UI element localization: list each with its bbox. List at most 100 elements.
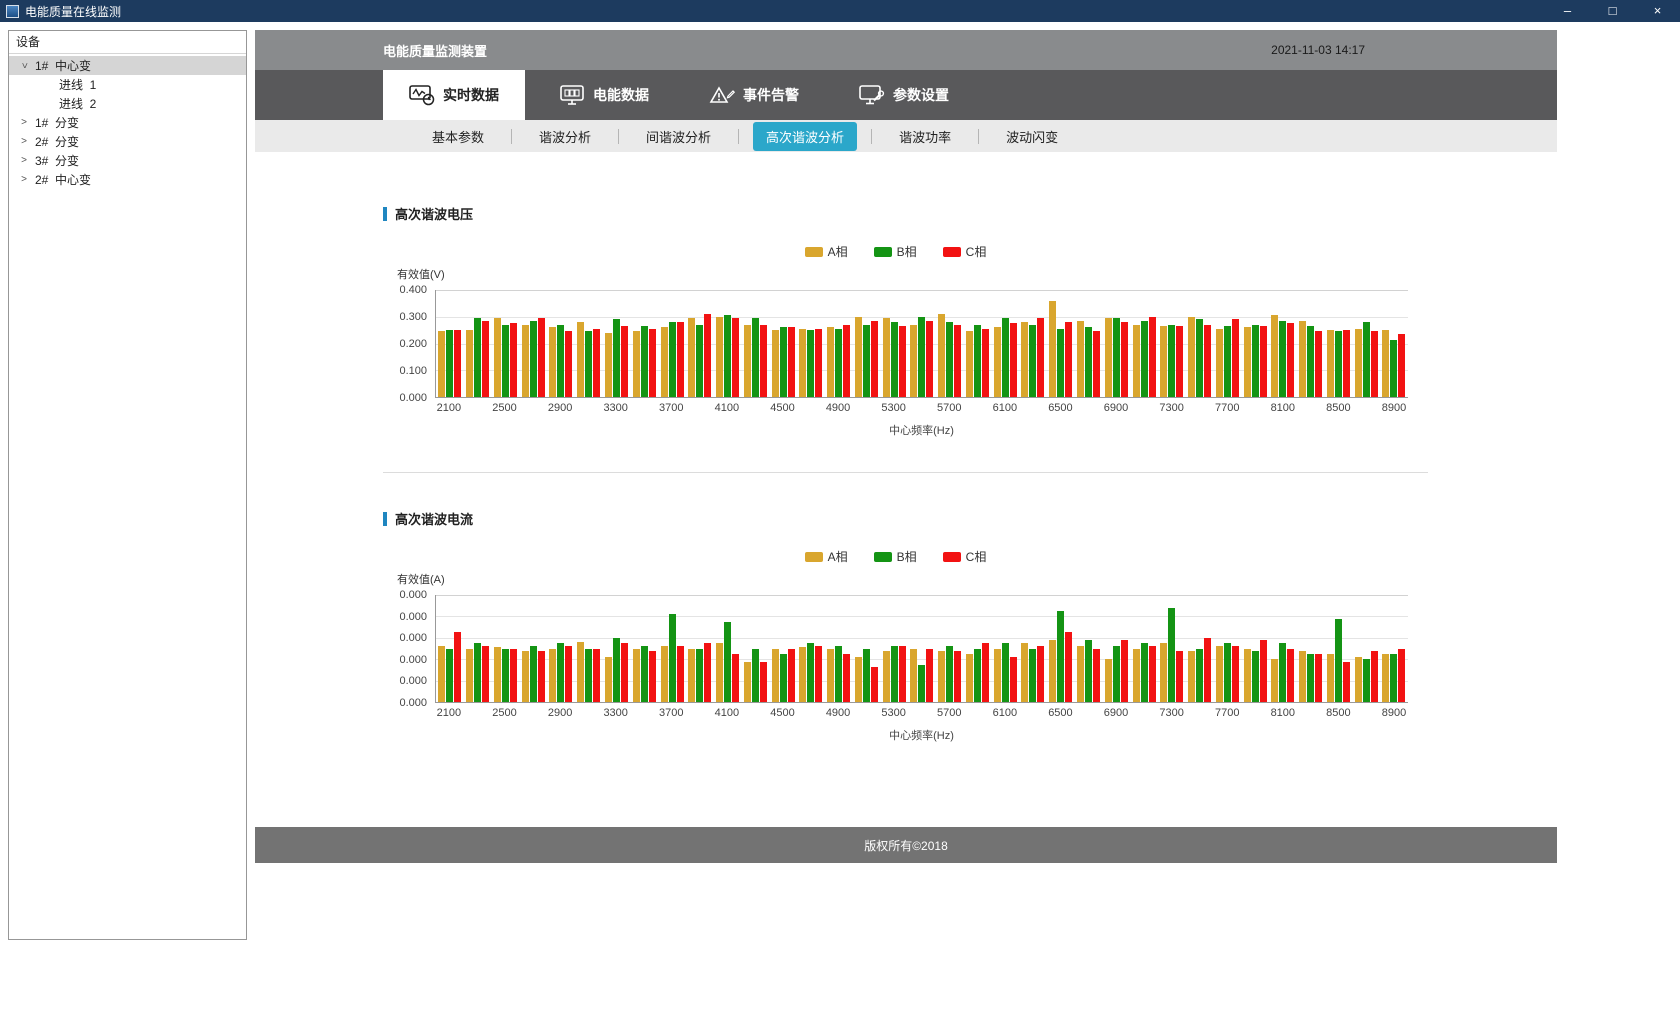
legend-item[interactable]: A相 (805, 548, 848, 565)
chevron-right-icon[interactable]: > (17, 155, 31, 166)
bar-group (964, 595, 992, 702)
bar-group (1130, 595, 1158, 702)
copyright-text: 版权所有©2018 (864, 837, 948, 854)
tab-energy-data[interactable]: 电能数据 (533, 70, 675, 120)
subtab-harmonic-analysis[interactable]: 谐波分析 (512, 127, 618, 146)
tree-item[interactable]: 进线 1 (9, 75, 246, 94)
bar (1002, 318, 1009, 397)
bar (1113, 646, 1120, 702)
x-tick-label: 8900 (1380, 707, 1408, 719)
minimize-button[interactable]: – (1545, 0, 1590, 22)
legend-item[interactable]: B相 (874, 243, 917, 260)
bar (557, 643, 564, 702)
subtab-fluctuation-flicker[interactable]: 波动闪变 (979, 127, 1085, 146)
bar (926, 321, 933, 397)
tree-item[interactable]: >1# 分变 (9, 113, 246, 132)
chevron-right-icon[interactable]: > (17, 174, 31, 185)
legend-swatch (943, 552, 961, 562)
bar (482, 321, 489, 397)
chevron-down-icon[interactable]: > (19, 59, 30, 73)
subtab-basic-params[interactable]: 基本参数 (405, 127, 511, 146)
section-marker (383, 207, 387, 221)
bar-group (603, 595, 631, 702)
x-tick-label (1186, 402, 1214, 414)
bar (1204, 325, 1211, 397)
bar (1196, 649, 1203, 703)
bar (605, 333, 612, 397)
y-tick-label: 0.000 (399, 675, 427, 687)
bar (752, 318, 759, 397)
bar-group (492, 595, 520, 702)
bar (1244, 327, 1251, 397)
bar (815, 329, 822, 397)
subtab-harmonic-power[interactable]: 谐波功率 (872, 127, 978, 146)
tab-param-settings[interactable]: 参数设置 (833, 70, 975, 120)
bar (1232, 319, 1239, 397)
bar (1343, 330, 1350, 397)
bar (696, 649, 703, 703)
bar (760, 662, 767, 702)
tree-item[interactable]: >2# 分变 (9, 132, 246, 151)
x-axis-title: 中心频率(Hz) (435, 727, 1408, 743)
bar (1260, 326, 1267, 397)
bar-group (825, 290, 853, 397)
bar (1260, 640, 1267, 702)
bar-group (519, 290, 547, 397)
bar (883, 318, 890, 397)
legend-item[interactable]: C相 (943, 243, 987, 260)
bar-group (1325, 290, 1353, 397)
bar (510, 649, 517, 703)
x-tick-label: 8500 (1325, 402, 1353, 414)
chevron-right-icon[interactable]: > (17, 136, 31, 147)
bar (918, 317, 925, 397)
subtab-high-order-harmonic[interactable]: 高次谐波分析 (753, 122, 857, 151)
bar (966, 331, 973, 397)
bar (1224, 643, 1231, 702)
workspace: 设备 >1# 中心变进线 1进线 2>1# 分变>2# 分变>3# 分变>2# … (0, 22, 1680, 1020)
tab-realtime-data[interactable]: 实时数据 (383, 70, 525, 120)
tab-event-alarm[interactable]: 事件告警 (683, 70, 825, 120)
maximize-button[interactable]: □ (1590, 0, 1635, 22)
legend-item[interactable]: C相 (943, 548, 987, 565)
bar-group (1019, 290, 1047, 397)
bar (1077, 321, 1084, 397)
chevron-right-icon[interactable]: > (17, 117, 31, 128)
close-button[interactable]: × (1635, 0, 1680, 22)
bar (1093, 331, 1100, 397)
bar-group (714, 290, 742, 397)
legend-item[interactable]: B相 (874, 548, 917, 565)
bar-group (852, 595, 880, 702)
bar (871, 321, 878, 397)
bar (474, 318, 481, 397)
x-tick-label: 2500 (491, 402, 519, 414)
bar (827, 649, 834, 703)
x-axis-ticks: 2100250029003300370041004500490053005700… (435, 402, 1408, 414)
bar (871, 667, 878, 702)
tree-item[interactable]: >2# 中心变 (9, 170, 246, 189)
x-tick-label: 4900 (824, 707, 852, 719)
tree-item-label: 3# 分变 (35, 152, 79, 169)
y-tick-label: 0.300 (399, 311, 427, 323)
y-tick-label: 0.000 (399, 611, 427, 623)
bar (732, 318, 739, 397)
bar (1049, 640, 1056, 702)
bar (1029, 325, 1036, 397)
x-tick-label: 5300 (880, 707, 908, 719)
tree-item[interactable]: >3# 分变 (9, 151, 246, 170)
bar-group (1186, 595, 1214, 702)
bar (502, 649, 509, 703)
tree-item-label: 1# 中心变 (35, 57, 91, 74)
bar (1105, 659, 1112, 702)
bar (1271, 315, 1278, 397)
legend-item[interactable]: A相 (805, 243, 848, 260)
bar (696, 325, 703, 397)
bar (438, 646, 445, 702)
tree-item[interactable]: >1# 中心变 (9, 56, 246, 75)
bar (1287, 649, 1294, 703)
bar (1390, 654, 1397, 702)
bar (716, 643, 723, 702)
subtab-interharmonic-analysis[interactable]: 间谐波分析 (619, 127, 738, 146)
tree-item[interactable]: 进线 2 (9, 94, 246, 113)
x-tick-label (463, 707, 491, 719)
y-tick-label: 0.200 (399, 338, 427, 350)
